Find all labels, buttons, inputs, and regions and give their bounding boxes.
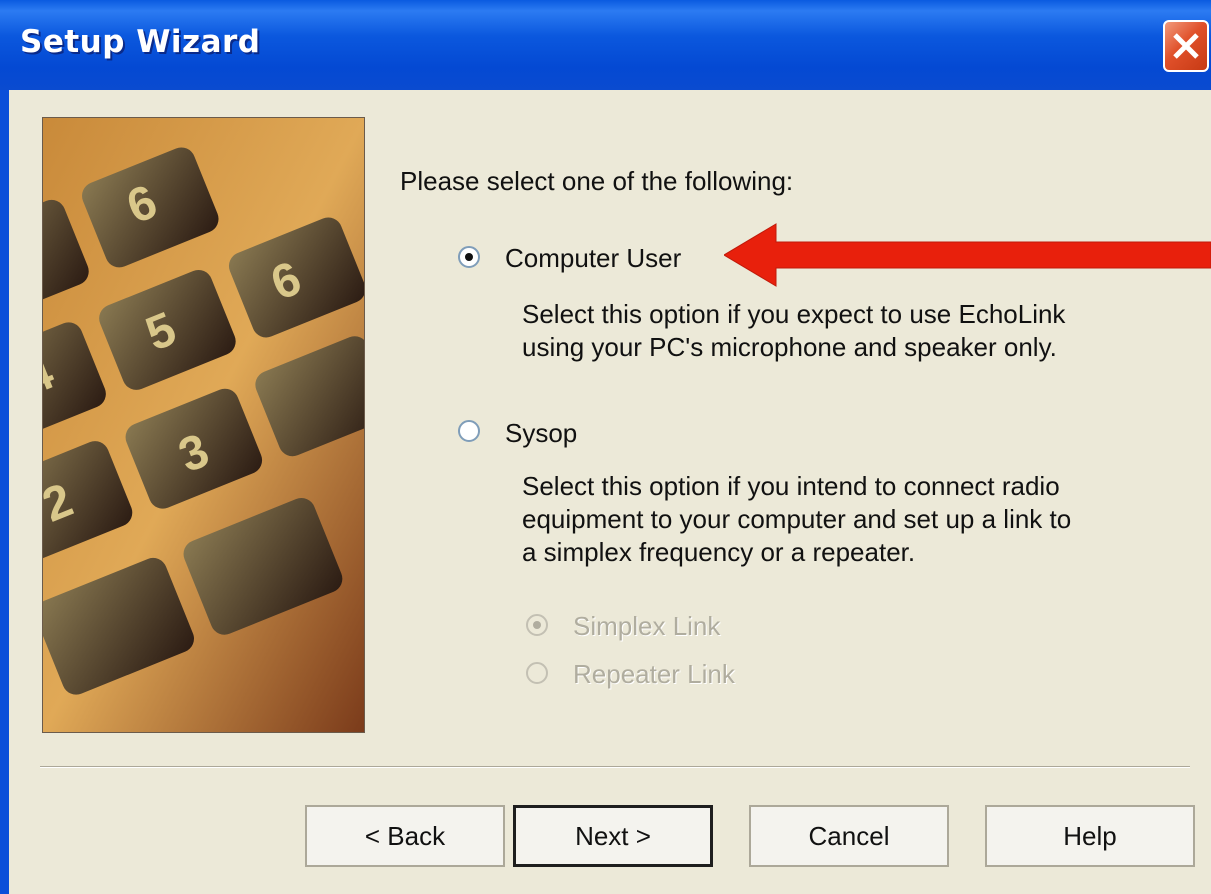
selection-prompt: Please select one of the following: (400, 166, 794, 196)
back-button[interactable]: < Back (305, 805, 505, 867)
sysop-description-line: Select this option if you intend to conn… (522, 471, 1060, 501)
wizard-keypad-image: 6 4 5 6 2 3 (42, 117, 365, 733)
annotation-arrow-icon (724, 223, 1211, 287)
window-frame (0, 90, 9, 894)
simplex-link-label[interactable]: Simplex Link (573, 611, 720, 642)
sysop-radio[interactable] (458, 420, 480, 442)
button-separator (40, 766, 1190, 768)
close-icon (1173, 33, 1199, 59)
title-bar[interactable]: Setup Wizard (0, 0, 1211, 90)
close-button[interactable] (1163, 20, 1209, 72)
sysop-label[interactable]: Sysop (505, 418, 577, 449)
computer-user-label[interactable]: Computer User (505, 243, 681, 274)
computer-user-description-line: Select this option if you expect to use … (522, 299, 1066, 329)
cancel-button[interactable]: Cancel (749, 805, 949, 867)
next-button[interactable]: Next > (513, 805, 713, 867)
sysop-description-line: equipment to your computer and set up a … (522, 504, 1072, 534)
help-button[interactable]: Help (985, 805, 1195, 867)
sysop-description-line: a simplex frequency or a repeater. (522, 537, 916, 567)
computer-user-description: Select this option if you expect to use … (522, 298, 1182, 364)
setup-wizard-window: Setup Wizard 6 4 5 6 2 3 Please select o… (0, 0, 1211, 894)
simplex-link-radio[interactable] (526, 614, 548, 636)
computer-user-radio[interactable] (458, 246, 480, 268)
sysop-description: Select this option if you intend to conn… (522, 470, 1182, 569)
repeater-link-label[interactable]: Repeater Link (573, 659, 735, 690)
computer-user-description-line: using your PC's microphone and speaker o… (522, 332, 1057, 362)
window-title: Setup Wizard (20, 24, 261, 60)
repeater-link-radio[interactable] (526, 662, 548, 684)
